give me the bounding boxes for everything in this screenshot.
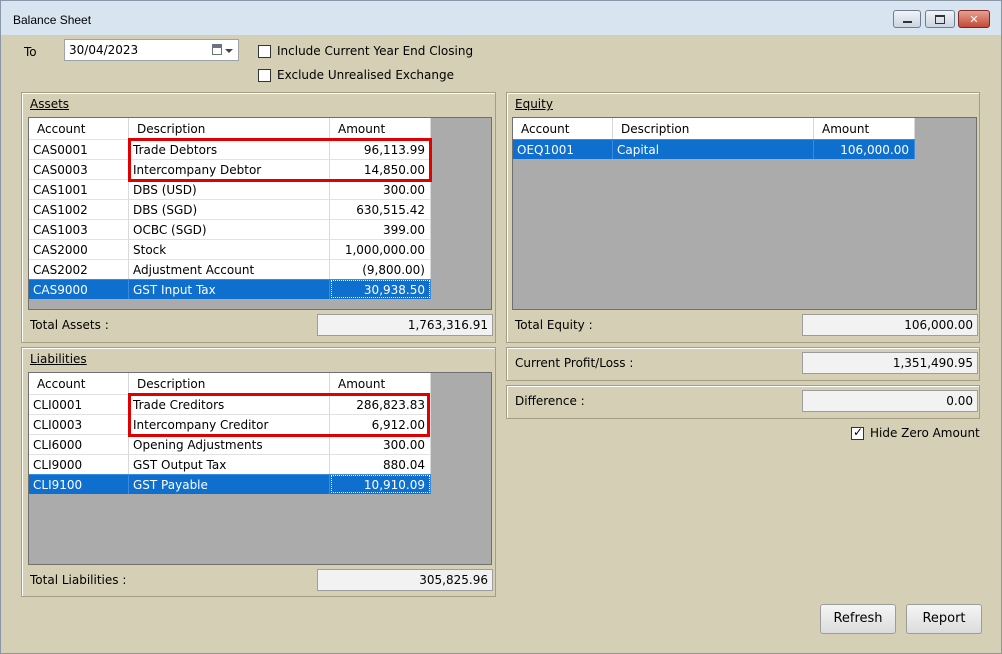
- exclude-unrealised-label[interactable]: Exclude Unrealised Exchange: [277, 68, 454, 82]
- description-cell[interactable]: Adjustment Account: [129, 259, 330, 279]
- calendar-icon[interactable]: [212, 44, 222, 55]
- column-header-description[interactable]: Description: [129, 373, 330, 394]
- account-cell[interactable]: CAS0003: [29, 159, 129, 179]
- table-row[interactable]: CLI6000 Opening Adjustments 300.00: [29, 434, 431, 454]
- date-value: 30/04/2023: [69, 43, 139, 57]
- column-header-description[interactable]: Description: [129, 118, 330, 139]
- description-cell[interactable]: DBS (USD): [129, 179, 330, 199]
- total-liabilities-label: Total Liabilities :: [30, 573, 127, 587]
- description-cell[interactable]: GST Input Tax: [129, 279, 330, 299]
- amount-cell[interactable]: (9,800.00): [330, 259, 431, 279]
- total-assets-value: 1,763,316.91: [317, 314, 493, 336]
- column-header-amount[interactable]: Amount: [330, 118, 431, 139]
- liabilities-grid-header: Account Description Amount: [29, 373, 431, 394]
- total-equity-label: Total Equity :: [515, 318, 593, 332]
- hide-zero-label[interactable]: Hide Zero Amount: [870, 426, 980, 440]
- exclude-unrealised-checkbox[interactable]: [258, 69, 271, 82]
- account-cell[interactable]: CLI6000: [29, 434, 129, 454]
- account-cell[interactable]: OEQ1001: [513, 139, 613, 159]
- description-cell[interactable]: OCBC (SGD): [129, 219, 330, 239]
- amount-cell[interactable]: 399.00: [330, 219, 431, 239]
- description-cell[interactable]: Capital: [613, 139, 814, 159]
- table-row[interactable]: CAS2002 Adjustment Account (9,800.00): [29, 259, 431, 279]
- include-year-end-checkbox[interactable]: [258, 45, 271, 58]
- column-header-account[interactable]: Account: [513, 118, 613, 139]
- window-title: Balance Sheet: [13, 13, 92, 27]
- table-row[interactable]: OEQ1001 Capital 106,000.00: [513, 139, 915, 159]
- column-header-amount[interactable]: Amount: [814, 118, 915, 139]
- profit-loss-label: Current Profit/Loss :: [515, 356, 634, 370]
- total-liabilities-value: 305,825.96: [317, 569, 493, 591]
- include-year-end-label[interactable]: Include Current Year End Closing: [277, 44, 473, 58]
- close-icon: ✕: [969, 12, 979, 26]
- account-cell[interactable]: CLI0003: [29, 414, 129, 434]
- amount-cell[interactable]: 10,910.09: [330, 474, 431, 494]
- description-cell[interactable]: GST Output Tax: [129, 454, 330, 474]
- difference-value: 0.00: [802, 390, 978, 412]
- balance-sheet-window: Balance Sheet ✕ To 30/04/2023 Include Cu…: [0, 0, 1002, 654]
- checkmark-icon: ✓: [853, 425, 864, 439]
- date-picker[interactable]: 30/04/2023: [64, 39, 239, 61]
- amount-cell[interactable]: 106,000.00: [814, 139, 915, 159]
- table-row[interactable]: CLI9000 GST Output Tax 880.04: [29, 454, 431, 474]
- assets-title: Assets: [30, 97, 70, 111]
- account-cell[interactable]: CAS9000: [29, 279, 129, 299]
- hide-zero-checkbox[interactable]: ✓: [851, 425, 864, 440]
- account-cell[interactable]: CAS0001: [29, 139, 129, 159]
- account-cell[interactable]: CAS1001: [29, 179, 129, 199]
- minimize-button[interactable]: [893, 10, 921, 28]
- chevron-down-icon[interactable]: [225, 49, 233, 53]
- account-cell[interactable]: CLI9000: [29, 454, 129, 474]
- equity-grid[interactable]: Account Description Amount OEQ1001 Capital 10…: [512, 117, 977, 310]
- liabilities-highlight-box: [128, 393, 430, 437]
- table-row[interactable]: CAS1003 OCBC (SGD) 399.00: [29, 219, 431, 239]
- refresh-button[interactable]: Refresh: [820, 604, 896, 634]
- close-button[interactable]: ✕: [958, 10, 990, 28]
- amount-cell[interactable]: 300.00: [330, 179, 431, 199]
- difference-label: Difference :: [515, 394, 585, 408]
- minimize-icon: [902, 21, 912, 23]
- description-cell[interactable]: Stock: [129, 239, 330, 259]
- equity-grid-header: Account Description Amount: [513, 118, 915, 139]
- table-row[interactable]: CAS9000 GST Input Tax 30,938.50: [29, 279, 431, 299]
- maximize-icon: [935, 14, 945, 24]
- total-assets-label: Total Assets :: [30, 318, 109, 332]
- column-header-account[interactable]: Account: [29, 373, 129, 394]
- column-header-description[interactable]: Description: [613, 118, 814, 139]
- table-row[interactable]: CLI9100 GST Payable 10,910.09: [29, 474, 431, 494]
- title-bar: Balance Sheet ✕: [1, 1, 1001, 36]
- amount-cell[interactable]: 30,938.50: [330, 279, 431, 299]
- profit-loss-value: 1,351,490.95: [802, 352, 978, 374]
- report-button[interactable]: Report: [906, 604, 982, 634]
- amount-cell[interactable]: 300.00: [330, 434, 431, 454]
- amount-cell[interactable]: 880.04: [330, 454, 431, 474]
- table-row[interactable]: CAS1001 DBS (USD) 300.00: [29, 179, 431, 199]
- equity-title: Equity: [515, 97, 553, 111]
- assets-grid-header: Account Description Amount: [29, 118, 431, 139]
- amount-cell[interactable]: 1,000,000.00: [330, 239, 431, 259]
- description-cell[interactable]: GST Payable: [129, 474, 330, 494]
- account-cell[interactable]: CLI0001: [29, 394, 129, 414]
- table-row[interactable]: CAS1002 DBS (SGD) 630,515.42: [29, 199, 431, 219]
- liabilities-title: Liabilities: [30, 352, 87, 366]
- maximize-button[interactable]: [925, 10, 955, 28]
- account-cell[interactable]: CAS1002: [29, 199, 129, 219]
- amount-cell[interactable]: 630,515.42: [330, 199, 431, 219]
- account-cell[interactable]: CAS2002: [29, 259, 129, 279]
- description-cell[interactable]: DBS (SGD): [129, 199, 330, 219]
- account-cell[interactable]: CAS1003: [29, 219, 129, 239]
- assets-highlight-box: [128, 138, 432, 182]
- account-cell[interactable]: CAS2000: [29, 239, 129, 259]
- column-header-amount[interactable]: Amount: [330, 373, 431, 394]
- account-cell[interactable]: CLI9100: [29, 474, 129, 494]
- total-equity-value: 106,000.00: [802, 314, 978, 336]
- column-header-account[interactable]: Account: [29, 118, 129, 139]
- description-cell[interactable]: Opening Adjustments: [129, 434, 330, 454]
- to-label: To: [24, 45, 37, 59]
- table-row[interactable]: CAS2000 Stock 1,000,000.00: [29, 239, 431, 259]
